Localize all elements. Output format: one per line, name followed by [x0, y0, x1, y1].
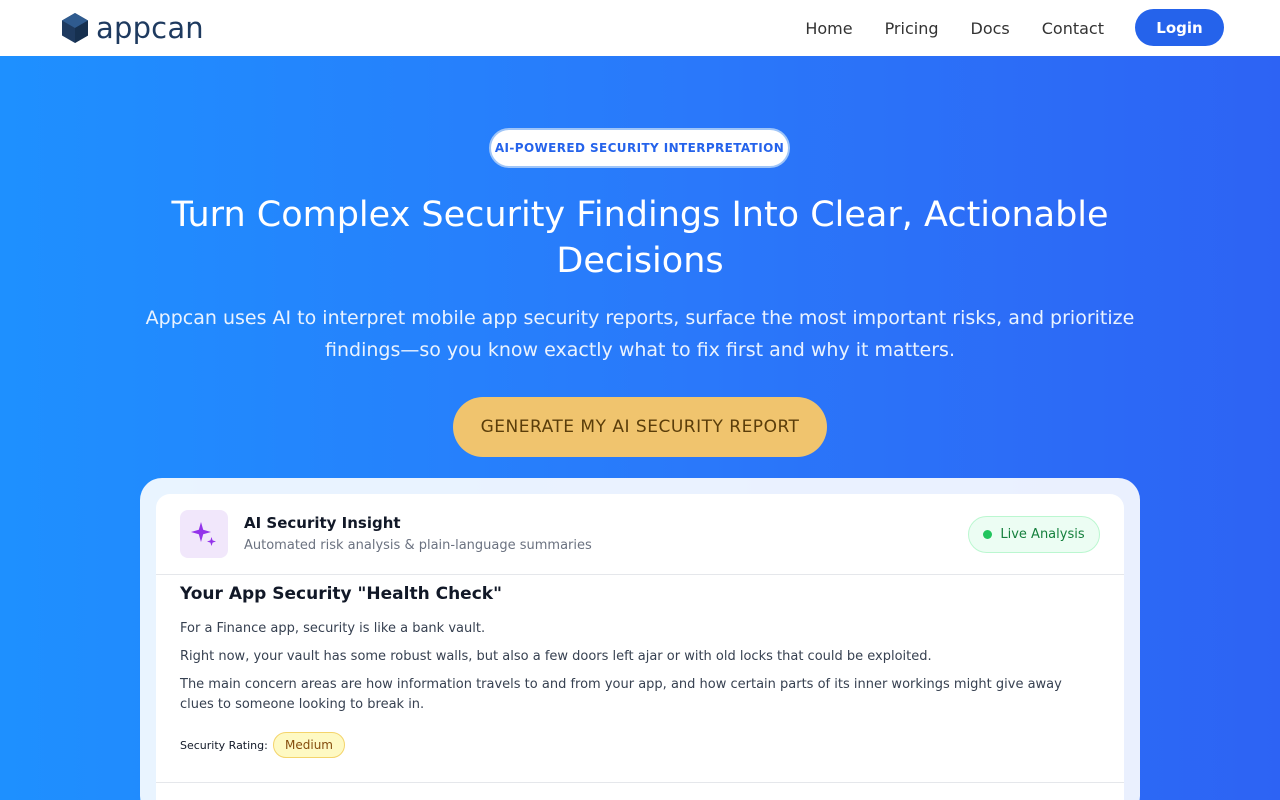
- brand-name: appcan: [96, 11, 204, 45]
- insight-card: AI Security Insight Automated risk analy…: [156, 494, 1124, 800]
- hero-subtitle: Appcan uses AI to interpret mobile app s…: [145, 307, 1135, 361]
- nav-pricing-link[interactable]: Pricing: [885, 19, 939, 38]
- live-analysis-badge: Live Analysis: [968, 516, 1100, 553]
- top-navbar: appcan Home Pricing Docs Contact Login: [0, 0, 1280, 56]
- hero-badge: AI-POWERED SECURITY INTERPRETATION: [489, 128, 790, 168]
- insight-title: AI Security Insight: [244, 514, 401, 532]
- status-dot-icon: [983, 530, 993, 539]
- nav-contact-link[interactable]: Contact: [1042, 19, 1104, 38]
- insight-paragraph-1: For a Finance app, security is like a ba…: [180, 621, 486, 636]
- hero-section: AI-POWERED SECURITY INTERPRETATION Turn …: [0, 56, 1280, 800]
- sparkles-icon: [180, 510, 228, 558]
- insight-subtitle: Automated risk analysis & plain-language…: [244, 538, 592, 553]
- card-divider-bottom: [156, 782, 1124, 783]
- hexagon-cube-icon: [62, 13, 88, 43]
- live-analysis-label: Live Analysis: [1000, 527, 1085, 542]
- insight-paragraph-2: Right now, your vault has some robust wa…: [180, 649, 932, 664]
- card-divider: [156, 574, 1124, 575]
- security-rating-badge: Medium: [273, 732, 345, 758]
- insight-paragraph-3: The main concern areas are how informati…: [180, 677, 1062, 712]
- generate-report-button[interactable]: GENERATE MY AI SECURITY REPORT: [453, 397, 827, 457]
- hero-title: Turn Complex Security Findings Into Clea…: [171, 195, 1109, 281]
- nav-home-link[interactable]: Home: [805, 19, 852, 38]
- health-check-title: Your App Security "Health Check": [180, 584, 502, 604]
- insight-card-frame: AI Security Insight Automated risk analy…: [140, 478, 1140, 800]
- security-rating-label: Security Rating:: [180, 739, 268, 752]
- nav-docs-link[interactable]: Docs: [971, 19, 1010, 38]
- nav-links: Home Pricing Docs Contact: [805, 0, 1104, 56]
- brand-logo[interactable]: appcan: [60, 12, 204, 44]
- login-button[interactable]: Login: [1135, 9, 1224, 46]
